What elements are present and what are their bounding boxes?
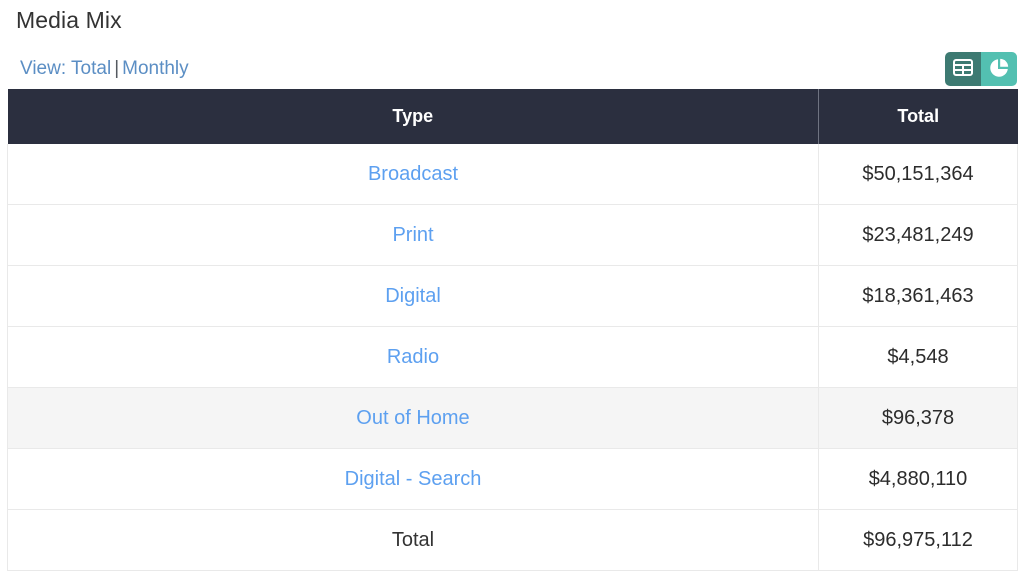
table-row[interactable]: Print $23,481,249 (7, 204, 1018, 266)
table-row[interactable]: Out of Home $96,378 (7, 387, 1018, 449)
table-row[interactable]: Digital $18,361,463 (7, 265, 1018, 327)
view-total-link[interactable]: View: Total (20, 58, 111, 79)
media-type-link[interactable]: Digital - Search (345, 468, 482, 490)
media-type-link[interactable]: Broadcast (368, 163, 458, 185)
cell-type: Total (7, 509, 819, 571)
cell-total: $4,880,110 (818, 448, 1018, 510)
amount-value: $50,151,364 (862, 162, 974, 185)
media-type-link[interactable]: Out of Home (356, 407, 469, 429)
cell-total: $96,975,112 (818, 509, 1018, 571)
media-mix-page: Media Mix View: Total | Monthly Type Tot… (0, 0, 1024, 579)
amount-value: $4,548 (887, 345, 949, 368)
cell-type: Out of Home (7, 387, 819, 449)
cell-type: Digital - Search (7, 448, 819, 510)
table-header: Type Total (7, 89, 1018, 144)
cell-total: $23,481,249 (818, 204, 1018, 266)
amount-value: $4,880,110 (868, 467, 968, 490)
page-title: Media Mix (16, 7, 122, 33)
column-header-type[interactable]: Type (7, 89, 819, 144)
chart-view-button[interactable] (981, 52, 1017, 86)
table-row[interactable]: Digital - Search $4,880,110 (7, 448, 1018, 510)
cell-total: $18,361,463 (818, 265, 1018, 327)
amount-value: $23,481,249 (862, 223, 974, 246)
view-separator: | (114, 58, 120, 79)
view-toggle-group (945, 52, 1017, 86)
cell-type: Broadcast (7, 144, 819, 205)
table-body: Broadcast $50,151,364 Print $23,481,249 Digi… (7, 144, 1018, 571)
media-type-link[interactable]: Print (392, 224, 433, 246)
table-row[interactable]: Broadcast $50,151,364 (7, 144, 1018, 205)
media-mix-table: Type Total Broadcast $50,151,364 Print $23,… (7, 89, 1018, 571)
cell-total: $50,151,364 (818, 144, 1018, 205)
cell-type: Digital (7, 265, 819, 327)
amount-value: $96,378 (881, 406, 955, 429)
column-header-total[interactable]: Total (818, 89, 1018, 144)
media-type-link[interactable]: Digital (385, 285, 441, 307)
table-row[interactable]: Radio $4,548 (7, 326, 1018, 388)
table-view-button[interactable] (945, 52, 981, 86)
view-monthly-link[interactable]: Monthly (122, 58, 189, 79)
cell-type: Radio (7, 326, 819, 388)
table-header-row: Type Total (7, 89, 1018, 144)
amount-value: $18,361,463 (862, 284, 974, 307)
cell-type: Print (7, 204, 819, 266)
amount-value: $96,975,112 (863, 528, 973, 551)
media-mix-table-container: Type Total Broadcast $50,151,364 Print $23,… (7, 89, 1018, 571)
view-switcher: View: Total | Monthly (20, 56, 189, 82)
table-grid-icon (953, 59, 973, 79)
pie-chart-icon (989, 58, 1009, 81)
cell-total: $96,378 (818, 387, 1018, 449)
media-type-link[interactable]: Radio (387, 346, 439, 368)
total-row-label: Total (391, 528, 435, 551)
table-row[interactable]: Total $96,975,112 (7, 509, 1018, 571)
cell-total: $4,548 (818, 326, 1018, 388)
